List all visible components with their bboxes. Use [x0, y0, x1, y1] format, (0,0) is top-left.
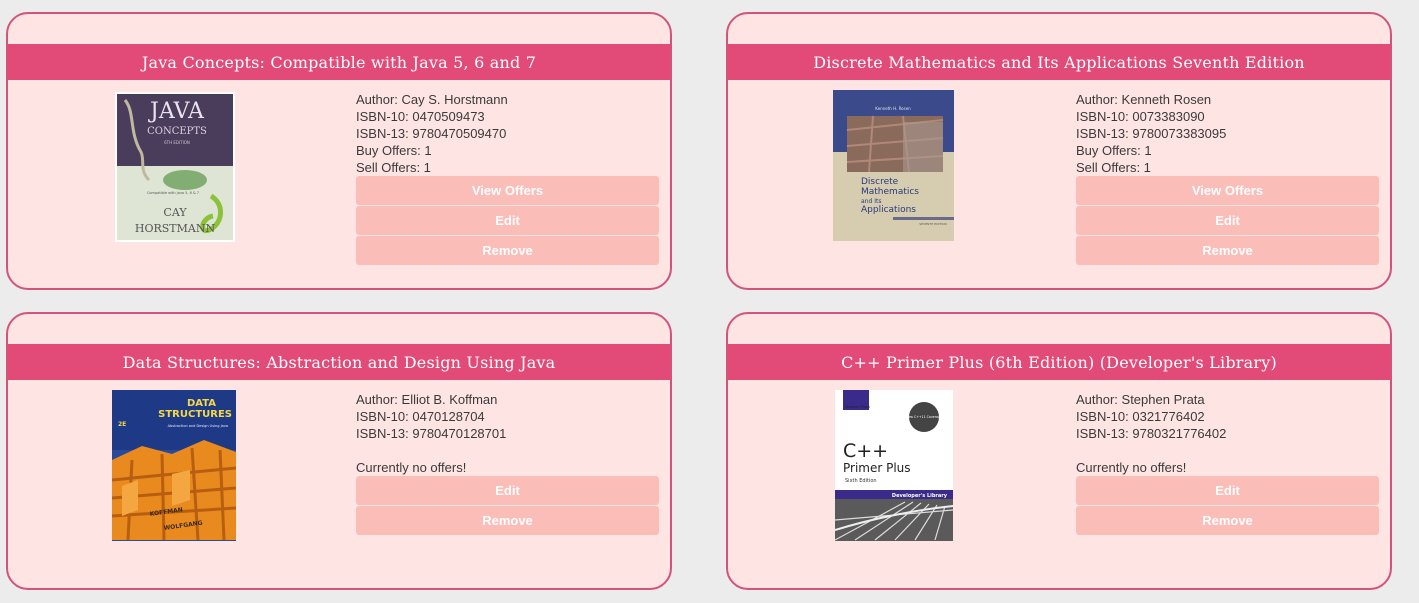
book-details: Author: Elliot B. Koffman ISBN-10: 04701…	[356, 391, 660, 535]
isbn13-text: ISBN-13: 9780470509470	[356, 126, 507, 141]
book-title: Data Structures: Abstraction and Design …	[8, 344, 670, 380]
svg-text:Developer's Library: Developer's Library	[892, 493, 948, 499]
svg-text:Abstraction and Design Using J: Abstraction and Design Using Java	[168, 424, 228, 428]
svg-text:Sixth Edition: Sixth Edition	[845, 478, 877, 484]
cover-title: Discrete	[861, 177, 899, 187]
book-card: Java Concepts: Compatible with Java 5, 6…	[6, 12, 672, 290]
no-offers-text: Currently no offers!	[356, 460, 467, 475]
view-offers-button[interactable]: View Offers	[356, 176, 659, 205]
book-details: Author: Stephen Prata ISBN-10: 032177640…	[1076, 391, 1380, 535]
isbn10-text: ISBN-10: 0321776402	[1076, 409, 1205, 424]
cover-author: Kenneth H. Rosen	[875, 106, 911, 111]
book-card: C++ Primer Plus (6th Edition) (Developer…	[726, 312, 1392, 590]
cover-title: DATA	[187, 398, 216, 409]
book-cover-image[interactable]: Stephen Prata New C++11 Coverage C++ Pri…	[835, 390, 953, 541]
isbn10-text: ISBN-10: 0470509473	[356, 109, 485, 124]
svg-text:2E: 2E	[118, 421, 126, 428]
remove-button[interactable]: Remove	[1076, 506, 1379, 535]
book-card: Discrete Mathematics and Its Application…	[726, 12, 1392, 290]
book-details: Author: Kenneth Rosen ISBN-10: 007338309…	[1076, 91, 1380, 265]
svg-text:6TH EDITION: 6TH EDITION	[164, 140, 190, 145]
book-title: Discrete Mathematics and Its Application…	[728, 44, 1390, 80]
svg-text:Compatible with Java 5, 6 & 7: Compatible with Java 5, 6 & 7	[147, 191, 199, 195]
isbn13-text: ISBN-13: 9780321776402	[1076, 426, 1227, 441]
view-offers-button[interactable]: View Offers	[1076, 176, 1379, 205]
isbn10-text: ISBN-10: 0073383090	[1076, 109, 1205, 124]
cover-author: CAY	[163, 206, 187, 219]
cover-title: JAVA	[148, 99, 205, 124]
edit-button[interactable]: Edit	[1076, 476, 1379, 505]
sell-offers-text: Sell Offers: 1	[356, 160, 431, 175]
svg-text:Primer Plus: Primer Plus	[843, 461, 911, 475]
edit-button[interactable]: Edit	[1076, 206, 1379, 235]
author-text: Author: Elliot B. Koffman	[356, 392, 498, 407]
edit-button[interactable]: Edit	[356, 476, 659, 505]
buy-offers-text: Buy Offers: 1	[356, 143, 432, 158]
book-details: Author: Cay S. Horstmann ISBN-10: 047050…	[356, 91, 660, 265]
no-offers-text: Currently no offers!	[1076, 460, 1187, 475]
book-title: Java Concepts: Compatible with Java 5, 6…	[8, 44, 670, 80]
svg-text:Applications: Applications	[861, 205, 916, 215]
cover-author: Stephen Prata	[845, 405, 870, 409]
remove-button[interactable]: Remove	[356, 506, 659, 535]
cover-title: C++	[843, 440, 888, 462]
book-cover-image[interactable]: DATA STRUCTURES 2E Abstraction and Desig…	[112, 390, 236, 541]
buy-offers-text: Buy Offers: 1	[1076, 143, 1152, 158]
edit-button[interactable]: Edit	[356, 206, 659, 235]
author-text: Author: Stephen Prata	[1076, 392, 1205, 407]
book-cover-image[interactable]: JAVA CONCEPTS 6TH EDITION Compatible wit…	[115, 92, 235, 242]
svg-text:SEVENTH EDITION: SEVENTH EDITION	[919, 222, 946, 226]
isbn13-text: ISBN-13: 9780470128701	[356, 426, 507, 441]
book-card: Data Structures: Abstraction and Design …	[6, 312, 672, 590]
remove-button[interactable]: Remove	[356, 236, 659, 265]
author-text: Author: Cay S. Horstmann	[356, 92, 508, 107]
svg-text:and Its: and Its	[861, 198, 881, 205]
sell-offers-text: Sell Offers: 1	[1076, 160, 1151, 175]
isbn10-text: ISBN-10: 0470128704	[356, 409, 485, 424]
svg-text:HORSTMANN: HORSTMANN	[135, 222, 216, 235]
isbn13-text: ISBN-13: 9780073383095	[1076, 126, 1227, 141]
svg-text:Mathematics: Mathematics	[861, 187, 919, 197]
remove-button[interactable]: Remove	[1076, 236, 1379, 265]
svg-text:STRUCTURES: STRUCTURES	[158, 409, 232, 420]
book-title: C++ Primer Plus (6th Edition) (Developer…	[728, 344, 1390, 380]
cover-subtitle: CONCEPTS	[147, 126, 207, 137]
svg-text:New C++11 Coverage: New C++11 Coverage	[906, 415, 942, 419]
book-cover-image[interactable]: Kenneth H. Rosen Discrete Mathematics an…	[833, 90, 954, 241]
author-text: Author: Kenneth Rosen	[1076, 92, 1212, 107]
